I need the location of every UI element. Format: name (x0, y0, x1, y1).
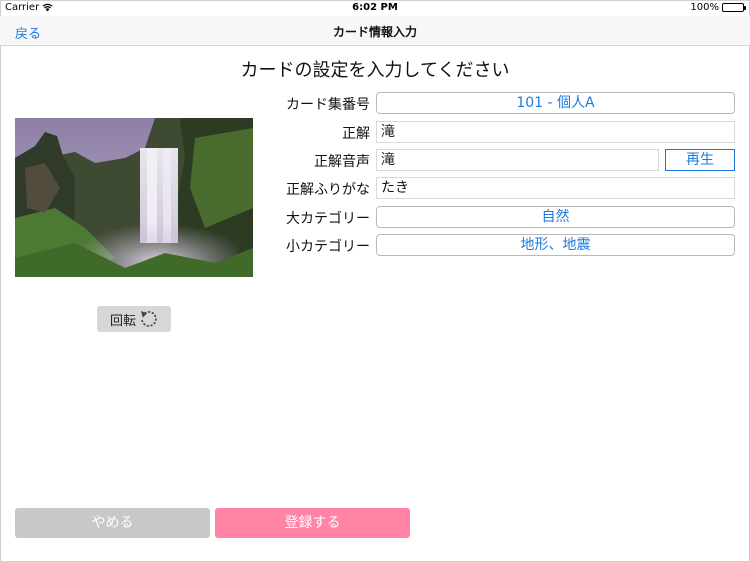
rotate-button[interactable]: 回転 (97, 306, 171, 332)
answer-audio-label: 正解音声 (314, 154, 370, 170)
register-button[interactable]: 登録する (215, 508, 410, 538)
answer-input[interactable]: 滝 (376, 121, 735, 143)
cancel-button[interactable]: やめる (15, 508, 210, 538)
page-heading: カードの設定を入力してください (240, 60, 510, 81)
minor-category-selector[interactable]: 地形、地震 (376, 234, 735, 256)
card-set-label: カード集番号 (286, 97, 370, 113)
major-category-selector[interactable]: 自然 (376, 206, 735, 228)
major-category-label: 大カテゴリー (286, 211, 370, 227)
answer-furigana-input[interactable]: たき (376, 177, 735, 199)
app-window (0, 0, 750, 562)
battery-indicator: 100% (690, 2, 746, 13)
rotate-label: 回転 (109, 313, 136, 329)
status-bar: Carrier 6:02 PM 100% (0, 0, 750, 16)
status-time: 6:02 PM (352, 2, 398, 13)
card-image (15, 118, 253, 277)
rotate-icon (141, 311, 157, 327)
nav-title: カード情報入力 (332, 25, 417, 39)
battery-icon (722, 3, 746, 12)
answer-label: 正解 (342, 126, 370, 142)
card-set-selector[interactable]: 101 - 個人A (376, 92, 735, 114)
play-button[interactable]: 再生 (665, 149, 735, 171)
answer-furigana-label: 正解ふりがな (286, 182, 370, 198)
minor-category-label: 小カテゴリー (286, 239, 370, 255)
navigation-bar: 戻る カード情報入力 (0, 16, 750, 46)
battery-percent: 100% (690, 2, 719, 13)
answer-audio-input[interactable]: 滝 (376, 149, 659, 171)
